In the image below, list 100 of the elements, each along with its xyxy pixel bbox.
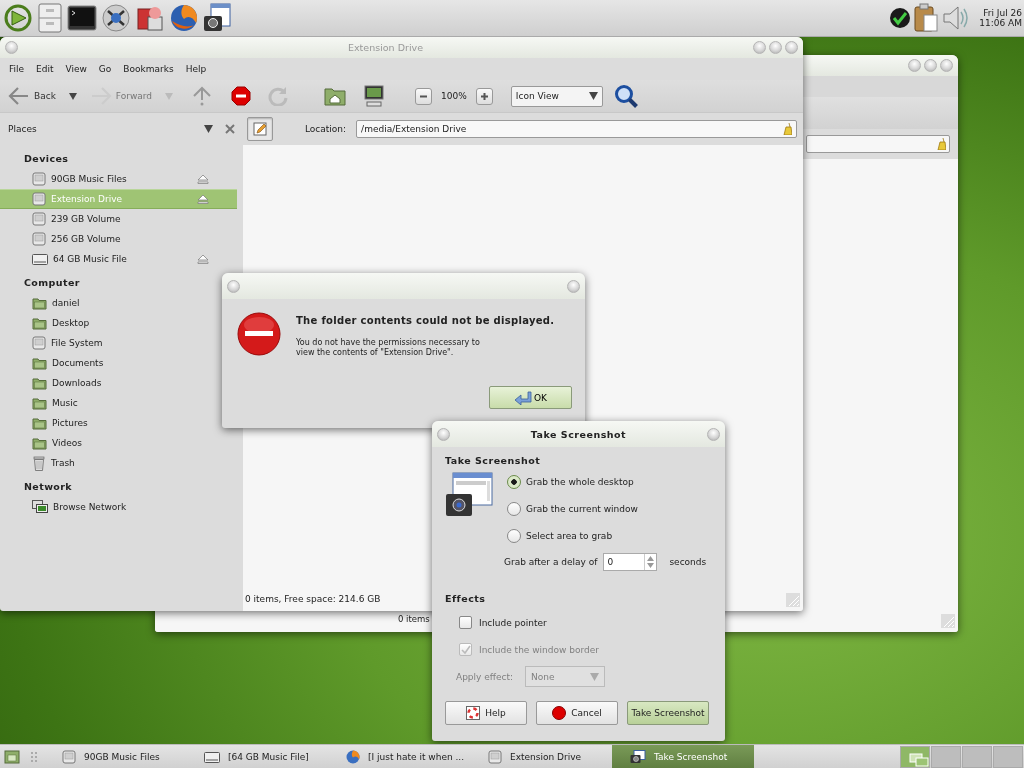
checkbox-label: Include the window border <box>479 644 599 655</box>
caret-icon <box>165 92 174 100</box>
taskbar-item[interactable]: Take Screenshot <box>612 745 754 768</box>
workspace-button[interactable] <box>900 746 930 768</box>
sidebar-item[interactable]: 64 GB Music File <box>0 249 237 269</box>
section-heading: Computer <box>24 276 80 290</box>
globe-icon <box>169 3 199 33</box>
sidebar-item[interactable]: 256 GB Volume <box>0 229 237 249</box>
window-control-button[interactable] <box>785 41 798 54</box>
sidebar-item[interactable]: Trash <box>0 453 237 473</box>
menu-item[interactable]: Bookmarks <box>117 61 180 77</box>
section-heading: Devices <box>24 152 69 166</box>
network-icon <box>32 500 48 514</box>
dropdown-button[interactable] <box>204 125 213 133</box>
task-label: [I just hate it when ... <box>368 752 465 762</box>
menu-item[interactable]: Go <box>92 61 118 77</box>
terminal-icon <box>67 5 97 31</box>
clipboard-icon <box>913 3 940 33</box>
zoom-out-button[interactable] <box>415 87 433 105</box>
eject-button[interactable] <box>197 254 209 264</box>
menu-item[interactable]: Help <box>179 61 213 77</box>
location-field[interactable] <box>806 135 950 153</box>
checkmark-icon <box>889 7 912 29</box>
location-field[interactable]: /media/Extension Drive <box>356 120 797 138</box>
taskbar-item[interactable]: Extension Drive <box>470 745 612 768</box>
menu-item[interactable]: Edit <box>30 61 60 77</box>
item-label: Documents <box>52 358 105 368</box>
window-control-button[interactable] <box>5 41 18 54</box>
sidebar-item[interactable]: 239 GB Volume <box>0 209 237 229</box>
help-icon <box>466 706 481 720</box>
file-cabinet-icon <box>37 3 63 33</box>
window-control-button[interactable] <box>924 59 937 72</box>
caret-icon <box>588 92 598 100</box>
sidebar-item[interactable]: Videos <box>0 433 237 453</box>
eject-icon <box>197 194 209 204</box>
option-label: Select area to grab <box>526 531 613 541</box>
reload-icon <box>268 86 289 106</box>
drive-icon <box>62 750 76 764</box>
item-label: Trash <box>51 458 76 468</box>
section-heading: Take Screenshot <box>445 455 542 466</box>
folder-icon <box>32 296 47 310</box>
drive-icon <box>32 192 46 206</box>
sidebar-item[interactable]: Browse Network <box>0 497 237 517</box>
return-arrow-icon <box>514 390 532 405</box>
desktop-icon <box>4 749 20 765</box>
launcher[interactable] <box>66 4 98 32</box>
back-arrow-icon <box>8 86 30 106</box>
item-label: Desktop <box>52 318 91 328</box>
folder-icon <box>32 436 47 450</box>
window-control-button[interactable] <box>707 427 720 441</box>
menu-logo-icon <box>3 3 33 33</box>
item-label: Music <box>52 398 79 408</box>
menu-item[interactable]: View <box>59 61 93 77</box>
edit-location-button[interactable] <box>247 117 273 141</box>
launcher[interactable] <box>202 2 232 34</box>
eject-button[interactable] <box>197 194 209 204</box>
launcher[interactable] <box>100 2 132 34</box>
zoom-in-button[interactable] <box>475 87 493 105</box>
clock-date: Fri Jul 26 <box>983 8 1022 18</box>
take-screenshot-button[interactable]: Take Screenshot <box>627 701 709 725</box>
window-control-button[interactable] <box>940 59 953 72</box>
taskbar-item[interactable]: 90GB Music Files <box>44 745 186 768</box>
eject-icon <box>197 174 209 184</box>
item-label: Pictures <box>52 418 89 428</box>
menu-item[interactable]: File <box>3 61 31 77</box>
radio-button[interactable] <box>507 475 521 489</box>
eject-button[interactable] <box>197 174 209 184</box>
item-label: 239 GB Volume <box>51 214 122 224</box>
window-title: Extension Drive <box>347 42 424 53</box>
camera-icon <box>203 3 231 33</box>
drive-icon <box>488 750 502 764</box>
sidebar-item[interactable]: 90GB Music Files <box>0 169 237 189</box>
ok-button[interactable]: OK <box>489 386 572 409</box>
location-label: Location: <box>305 124 347 134</box>
view-dropdown[interactable]: Icon View <box>510 85 603 107</box>
window-control-button[interactable] <box>437 427 450 441</box>
window-control-button[interactable] <box>908 59 921 72</box>
folder-icon <box>32 376 47 390</box>
radio-button[interactable] <box>507 502 521 516</box>
window-control-button[interactable] <box>567 279 580 293</box>
taskbar-item[interactable]: [64 GB Music File] <box>186 745 328 768</box>
status-text: 0 items <box>398 614 430 626</box>
stop-icon <box>552 706 567 720</box>
error-icon <box>236 311 282 357</box>
checkbox[interactable] <box>459 616 472 629</box>
radio-button[interactable] <box>507 529 521 543</box>
globe-icon <box>346 750 360 764</box>
cancel-button[interactable]: Cancel <box>536 701 618 725</box>
window-control-button[interactable] <box>769 41 782 54</box>
window-control-button[interactable] <box>227 279 240 293</box>
window-control-button[interactable] <box>753 41 766 54</box>
home-folder-icon <box>324 86 347 106</box>
close-icon <box>225 124 235 134</box>
taskbar-item[interactable]: [I just hate it when ... <box>328 745 470 768</box>
help-button[interactable]: Help <box>445 701 527 725</box>
delay-field[interactable]: 0 <box>603 553 658 571</box>
error-message: You do not have the permissions necessary to view the contents of "Extension Drive". <box>296 338 481 358</box>
back-button[interactable]: Back <box>6 84 58 108</box>
broom-icon <box>936 138 946 150</box>
section-heading: Network <box>24 480 73 494</box>
